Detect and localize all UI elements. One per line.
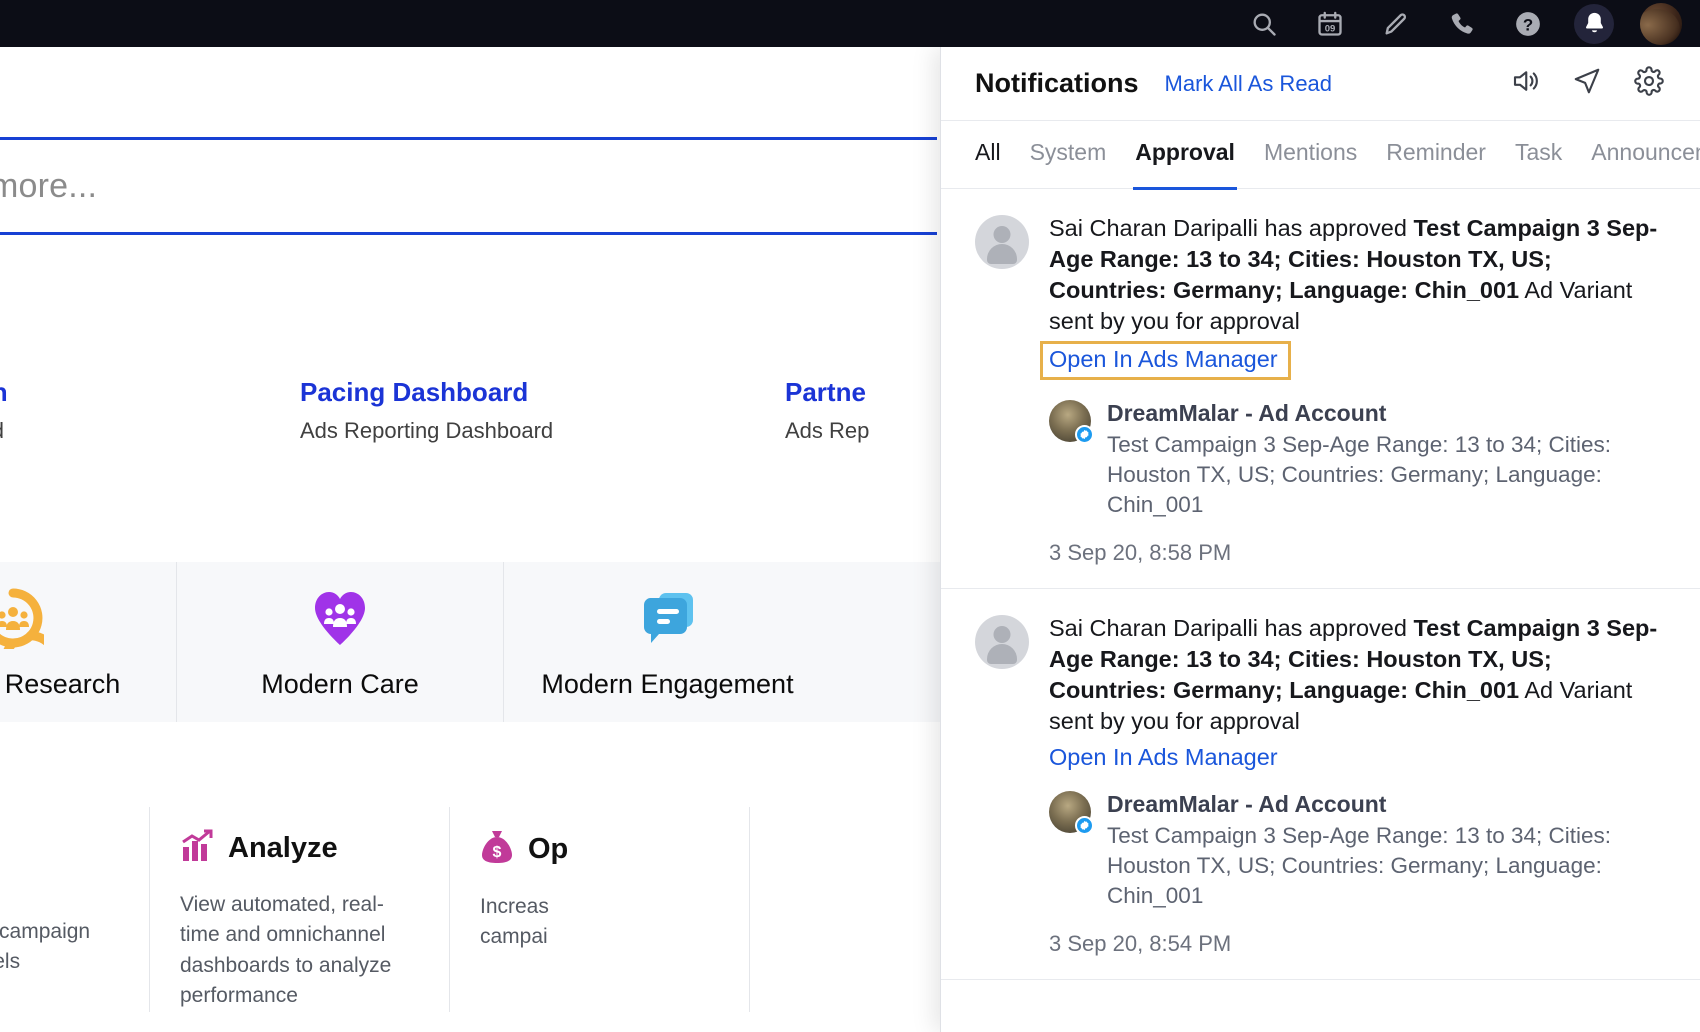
notification-body: Sai Charan Daripalli has approved Test C… (1040, 213, 1666, 566)
dashboard-link-2-title: Pacing Dashboard (300, 377, 529, 407)
feature-2-head: Analyze (180, 829, 419, 868)
product-card-modern-research[interactable]: Modern Research (0, 562, 177, 722)
avatar[interactable] (1640, 2, 1682, 45)
heart-people-icon (309, 585, 371, 651)
top-navigation-bar: 09 ? (0, 0, 1700, 63)
verified-badge-icon (1075, 815, 1094, 835)
svg-text:?: ? (1523, 15, 1533, 34)
feature-3-desc: Increas campai (480, 895, 549, 949)
bell-pointer (1581, 49, 1607, 63)
dashboard-link-3-title: Partne (785, 377, 866, 407)
notification-timestamp: 3 Sep 20, 8:54 PM (1049, 930, 1232, 956)
open-in-ads-manager-link[interactable]: Open In Ads Manager (1040, 341, 1291, 381)
topbar-icons: 09 ? (1244, 2, 1700, 63)
ad-account-name: DreamMalar - Ad Account (1107, 400, 1387, 427)
feature-3-head: $ Op (480, 829, 719, 870)
dashboard-link-1-title: tion (0, 377, 8, 408)
product-card-label: Modern Research (0, 668, 121, 699)
dashboard-link-2[interactable]: Pacing Dashboard Ads Reporting Dashboard (300, 377, 553, 444)
feature-3-title: Op (528, 833, 569, 865)
feature-1-desc: mlining your campaign cross channels (0, 920, 91, 974)
feature-cards: mlining your campaign cross channels Ana… (0, 807, 960, 1012)
product-card-modern-engagement[interactable]: Modern Engagement (504, 562, 831, 722)
open-in-ads-manager-link[interactable]: Open In Ads Manager (1049, 744, 1278, 771)
notification-tabs: All System Approval Mentions Reminder Ta… (941, 121, 1700, 190)
tab-system[interactable]: System (1030, 139, 1107, 170)
ad-account-card[interactable]: DreamMalar - Ad Account Test Campaign 3 … (1049, 400, 1666, 520)
ad-account-avatar (1049, 400, 1094, 445)
ad-account-desc: Test Campaign 3 Sep-Age Range: 13 to 34;… (1107, 822, 1612, 908)
notification-item[interactable]: Sai Charan Daripalli has approved Test C… (941, 589, 1700, 980)
notification-item[interactable]: Sai Charan Daripalli has approved Test C… (941, 189, 1700, 589)
ad-account-desc: Test Campaign 3 Sep-Age Range: 13 to 34;… (1107, 432, 1612, 517)
tab-approval[interactable]: Approval (1133, 139, 1237, 190)
product-card-modern-care[interactable]: Modern Care (177, 562, 504, 722)
feature-card-optimize[interactable]: $ Op Increas campai (450, 807, 750, 1012)
bell-icon[interactable] (1574, 3, 1614, 63)
help-icon[interactable]: ? (1508, 4, 1548, 44)
avatar (975, 215, 1029, 269)
notification-actor: Sai Charan Daripalli has approved (1049, 215, 1414, 241)
chat-bubbles-icon (637, 585, 699, 651)
search-placeholder: more... (0, 166, 98, 205)
notifications-panel: Notifications Mark All As Read All Syste… (940, 47, 1700, 1032)
search-icon[interactable] (1244, 4, 1284, 44)
app-root: more... tion oard Pacing Dashboard Ads R… (0, 0, 1700, 1032)
phone-icon[interactable] (1442, 4, 1482, 44)
notification-timestamp: 3 Sep 20, 8:58 PM (1049, 539, 1232, 565)
speaker-icon[interactable] (1510, 66, 1540, 101)
research-cycle-icon (0, 585, 44, 651)
svg-text:$: $ (493, 844, 502, 861)
avatar (975, 614, 1029, 669)
search-input[interactable]: more... (0, 137, 937, 235)
ad-account-name: DreamMalar - Ad Account (1107, 790, 1387, 817)
tab-announcement[interactable]: Announcement (1591, 139, 1700, 170)
tab-mentions[interactable]: Mentions (1264, 139, 1357, 170)
feature-2-title: Analyze (228, 832, 338, 864)
feature-card-1[interactable]: mlining your campaign cross channels (0, 807, 150, 1012)
verified-badge-icon (1075, 425, 1094, 445)
dashboard-link-1[interactable]: tion oard (0, 377, 8, 444)
mark-all-as-read-button[interactable]: Mark All As Read (1165, 71, 1333, 97)
page-title: Notifications (975, 68, 1139, 98)
product-cards: Modern Research Modern Care (0, 562, 960, 722)
bar-chart-icon (180, 829, 214, 868)
dashboard-link-2-subtitle: Ads Reporting Dashboard (300, 418, 554, 443)
ad-account-info: DreamMalar - Ad Account Test Campaign 3 … (1107, 400, 1666, 520)
notification-body: Sai Charan Daripalli has approved Test C… (1049, 613, 1666, 957)
notification-text: Sai Charan Daripalli has approved Test C… (1049, 213, 1666, 337)
ad-account-info: DreamMalar - Ad Account Test Campaign 3 … (1107, 791, 1666, 911)
dashboard-link-3[interactable]: Partne Ads Rep (785, 377, 869, 444)
product-card-label: Modern Care (261, 668, 419, 699)
feature-2-desc: View automated, real-time and omnichanne… (180, 893, 392, 1008)
send-icon[interactable] (1572, 66, 1602, 101)
pencil-icon[interactable] (1376, 4, 1416, 44)
product-card-label: Modern Engagement (541, 668, 794, 699)
notification-text: Sai Charan Daripalli has approved Test C… (1049, 613, 1666, 737)
money-bag-icon: $ (480, 829, 514, 870)
feature-card-analyze[interactable]: Analyze View automated, real-time and om… (150, 807, 450, 1012)
ad-account-card[interactable]: DreamMalar - Ad Account Test Campaign 3 … (1049, 790, 1666, 911)
tab-all[interactable]: All (975, 139, 1001, 170)
gear-icon[interactable] (1634, 66, 1664, 101)
notification-actor: Sai Charan Daripalli has approved (1049, 614, 1414, 641)
calendar-icon[interactable]: 09 (1310, 4, 1350, 44)
tab-reminder[interactable]: Reminder (1386, 139, 1486, 170)
svg-text:09: 09 (1325, 23, 1336, 34)
dashboard-link-3-subtitle: Ads Rep (785, 418, 870, 443)
header-actions (1510, 66, 1664, 101)
tab-task[interactable]: Task (1515, 139, 1562, 170)
dashboard-link-1-subtitle: oard (0, 418, 8, 444)
ad-account-avatar (1049, 790, 1094, 835)
